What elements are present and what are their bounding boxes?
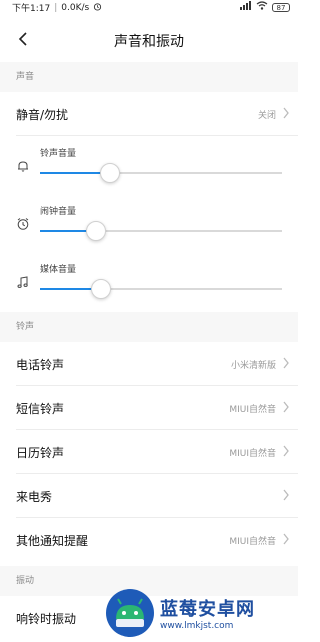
chevron-right-icon — [283, 489, 289, 501]
ringtone-row-other-notifications[interactable]: 其他通知提醒 MIUI自然音 — [0, 518, 298, 562]
chevron-right-icon — [283, 357, 289, 369]
chevron-right-icon — [283, 107, 289, 119]
dnd-row[interactable]: 静音/勿扰 关闭 — [0, 92, 298, 136]
chevron-right-icon — [283, 401, 289, 413]
android-logo-icon — [106, 589, 154, 637]
section-header-sound: 声音 — [0, 62, 298, 92]
music-note-icon — [16, 274, 30, 288]
alarm-status-icon — [93, 2, 102, 14]
ringtone-row-caller-show[interactable]: 来电秀 — [0, 474, 298, 518]
watermark-text: 蓝莓安卓网 — [160, 599, 255, 620]
chevron-right-icon — [283, 445, 289, 457]
network-speed: 0.0K/s — [61, 2, 90, 13]
watermark-url: www.lmkjst.com — [160, 621, 234, 631]
ringer-volume-track[interactable] — [40, 163, 282, 183]
alarm-volume-slider-row: 闹钟音量 — [0, 196, 298, 252]
ringtone-row-label: 短信铃声 — [16, 402, 65, 416]
ringtone-row-phone[interactable]: 电话铃声 小米清新版 — [0, 342, 298, 386]
ringtone-row-value: MIUI自然音 — [229, 537, 276, 547]
wifi-icon — [256, 1, 268, 13]
alarm-volume-thumb[interactable] — [85, 221, 106, 241]
section-header-ringtone: 铃声 — [0, 312, 298, 342]
bell-icon — [16, 158, 30, 172]
dnd-label: 静音/勿扰 — [16, 108, 69, 122]
ringtone-row-value: MIUI自然音 — [229, 449, 276, 459]
page-title: 声音和振动 — [114, 34, 184, 50]
media-volume-slider-row: 媒体音量 — [0, 254, 298, 310]
ringtone-row-label: 电话铃声 — [16, 358, 65, 372]
ringtone-row-value: 小米清新版 — [230, 361, 276, 371]
alarm-clock-icon — [16, 216, 30, 230]
ringer-volume-label: 铃声音量 — [40, 149, 77, 159]
alarm-volume-label: 闹钟音量 — [40, 207, 77, 217]
ringtone-row-label: 来电秀 — [16, 490, 53, 504]
dnd-value: 关闭 — [257, 111, 276, 121]
media-volume-track[interactable] — [40, 279, 282, 299]
status-bar: 下午1:17 | 0.0K/s 87 — [0, 0, 298, 14]
battery-icon: 87 — [272, 2, 290, 12]
ringtone-row-sms[interactable]: 短信铃声 MIUI自然音 — [0, 386, 298, 430]
media-volume-thumb[interactable] — [90, 279, 111, 299]
title-bar: 声音和振动 — [0, 18, 298, 62]
ringtone-row-calendar[interactable]: 日历铃声 MIUI自然音 — [0, 430, 298, 474]
signal-icon — [240, 1, 252, 13]
media-volume-label: 媒体音量 — [40, 265, 77, 275]
ringtone-row-label: 日历铃声 — [16, 446, 65, 460]
watermark: 蓝莓安卓网 www.lmkjst.com — [106, 588, 294, 638]
chevron-right-icon — [283, 533, 289, 545]
status-time: 下午1:17 — [12, 4, 51, 14]
ringer-volume-thumb[interactable] — [100, 163, 121, 183]
vibrate-on-ring-label: 响铃时振动 — [16, 612, 77, 626]
ringtone-row-label: 其他通知提醒 — [16, 534, 89, 548]
alarm-volume-track[interactable] — [40, 221, 282, 241]
ringer-volume-slider-row: 铃声音量 — [0, 138, 298, 194]
ringtone-row-value: MIUI自然音 — [229, 405, 276, 415]
